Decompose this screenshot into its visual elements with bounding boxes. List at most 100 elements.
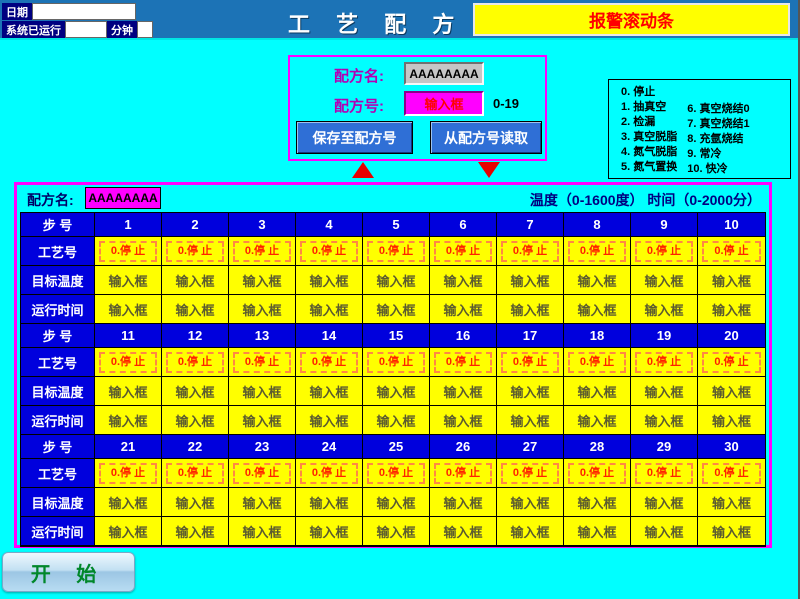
start-button[interactable]: 开 始: [2, 552, 135, 592]
time-input-cell[interactable]: 输入框: [296, 295, 363, 324]
time-input-cell[interactable]: 输入框: [162, 406, 229, 435]
process-select-cell[interactable]: 0.停 止: [430, 237, 497, 266]
process-select-cell[interactable]: 0.停 止: [497, 459, 564, 488]
process-select-cell[interactable]: 0.停 止: [430, 459, 497, 488]
time-input-cell[interactable]: 输入框: [698, 295, 765, 324]
process-select-cell[interactable]: 0.停 止: [363, 459, 430, 488]
process-select-cell[interactable]: 0.停 止: [296, 459, 363, 488]
process-select-cell[interactable]: 0.停 止: [229, 348, 296, 377]
process-select-cell[interactable]: 0.停 止: [162, 237, 229, 266]
date-field[interactable]: [32, 3, 136, 20]
time-input-cell[interactable]: 输入框: [497, 517, 564, 546]
process-select-cell[interactable]: 0.停 止: [698, 237, 765, 266]
row-label-step: 步 号: [21, 435, 95, 459]
time-input-cell[interactable]: 输入框: [631, 517, 698, 546]
time-input-cell[interactable]: 输入框: [363, 517, 430, 546]
temperature-input-cell[interactable]: 输入框: [363, 266, 430, 295]
temperature-input-cell[interactable]: 输入框: [631, 377, 698, 406]
temperature-input-cell[interactable]: 输入框: [698, 488, 765, 517]
temperature-input-cell[interactable]: 输入框: [564, 488, 631, 517]
time-input-cell[interactable]: 输入框: [95, 517, 162, 546]
time-input-cell[interactable]: 输入框: [162, 295, 229, 324]
time-input-cell[interactable]: 输入框: [698, 517, 765, 546]
temperature-input-cell[interactable]: 输入框: [229, 488, 296, 517]
temperature-input-cell[interactable]: 输入框: [95, 266, 162, 295]
temperature-input-cell[interactable]: 输入框: [631, 488, 698, 517]
time-input-cell[interactable]: 输入框: [564, 406, 631, 435]
recipe-number-input[interactable]: 输入框: [404, 91, 484, 116]
temperature-input-cell[interactable]: 输入框: [95, 377, 162, 406]
time-input-cell[interactable]: 输入框: [430, 406, 497, 435]
process-select-cell[interactable]: 0.停 止: [162, 459, 229, 488]
temperature-input-cell[interactable]: 输入框: [296, 266, 363, 295]
step-number-cell: 26: [430, 435, 497, 459]
process-select-cell[interactable]: 0.停 止: [564, 348, 631, 377]
time-input-cell[interactable]: 输入框: [162, 517, 229, 546]
time-input-cell[interactable]: 输入框: [430, 517, 497, 546]
process-select-cell[interactable]: 0.停 止: [95, 459, 162, 488]
process-select-cell[interactable]: 0.停 止: [363, 348, 430, 377]
process-select-cell[interactable]: 0.停 止: [698, 459, 765, 488]
temperature-input-cell[interactable]: 输入框: [363, 488, 430, 517]
temperature-input-cell[interactable]: 输入框: [698, 266, 765, 295]
load-from-recipe-button[interactable]: 从配方号读取: [430, 121, 542, 154]
time-input-cell[interactable]: 输入框: [363, 406, 430, 435]
time-input-cell[interactable]: 输入框: [229, 295, 296, 324]
time-input-cell[interactable]: 输入框: [564, 517, 631, 546]
time-input-cell[interactable]: 输入框: [631, 295, 698, 324]
process-select-cell[interactable]: 0.停 止: [296, 237, 363, 266]
table-recipe-name-display[interactable]: AAAAAAAA: [85, 187, 161, 209]
process-select-cell[interactable]: 0.停 止: [296, 348, 363, 377]
temperature-input-cell[interactable]: 输入框: [229, 266, 296, 295]
temperature-input-cell[interactable]: 输入框: [430, 377, 497, 406]
process-select-cell[interactable]: 0.停 止: [631, 348, 698, 377]
temperature-input-cell[interactable]: 输入框: [564, 377, 631, 406]
row-label-temperature: 目标温度: [21, 377, 95, 406]
process-select-cell[interactable]: 0.停 止: [698, 348, 765, 377]
temperature-input-cell[interactable]: 输入框: [95, 488, 162, 517]
time-input-cell[interactable]: 输入框: [363, 295, 430, 324]
process-select-cell[interactable]: 0.停 止: [564, 459, 631, 488]
save-to-recipe-button[interactable]: 保存至配方号: [296, 121, 413, 154]
temperature-input-cell[interactable]: 输入框: [497, 488, 564, 517]
temperature-input-cell[interactable]: 输入框: [363, 377, 430, 406]
time-input-cell[interactable]: 输入框: [564, 295, 631, 324]
time-input-cell[interactable]: 输入框: [229, 406, 296, 435]
process-select-cell[interactable]: 0.停 止: [229, 459, 296, 488]
process-select-cell[interactable]: 0.停 止: [363, 237, 430, 266]
time-input-cell[interactable]: 输入框: [296, 517, 363, 546]
temperature-input-cell[interactable]: 输入框: [296, 488, 363, 517]
process-select-cell[interactable]: 0.停 止: [631, 459, 698, 488]
temperature-input-cell[interactable]: 输入框: [162, 377, 229, 406]
process-select-cell[interactable]: 0.停 止: [162, 348, 229, 377]
temperature-input-cell[interactable]: 输入框: [497, 377, 564, 406]
time-input-cell[interactable]: 输入框: [95, 406, 162, 435]
temperature-input-cell[interactable]: 输入框: [162, 266, 229, 295]
time-input-cell[interactable]: 输入框: [497, 406, 564, 435]
recipe-name-display[interactable]: AAAAAAAA: [404, 62, 484, 85]
time-input-cell[interactable]: 输入框: [95, 295, 162, 324]
time-input-cell[interactable]: 输入框: [296, 406, 363, 435]
process-select-cell[interactable]: 0.停 止: [564, 237, 631, 266]
process-select-cell[interactable]: 0.停 止: [229, 237, 296, 266]
process-select-cell[interactable]: 0.停 止: [95, 237, 162, 266]
process-select-cell[interactable]: 0.停 止: [95, 348, 162, 377]
time-input-cell[interactable]: 输入框: [430, 295, 497, 324]
time-input-cell[interactable]: 输入框: [698, 406, 765, 435]
time-input-cell[interactable]: 输入框: [631, 406, 698, 435]
process-select-cell[interactable]: 0.停 止: [631, 237, 698, 266]
temperature-input-cell[interactable]: 输入框: [229, 377, 296, 406]
time-input-cell[interactable]: 输入框: [497, 295, 564, 324]
temperature-input-cell[interactable]: 输入框: [296, 377, 363, 406]
time-input-cell[interactable]: 输入框: [229, 517, 296, 546]
temperature-input-cell[interactable]: 输入框: [497, 266, 564, 295]
temperature-input-cell[interactable]: 输入框: [430, 266, 497, 295]
process-select-cell[interactable]: 0.停 止: [430, 348, 497, 377]
temperature-input-cell[interactable]: 输入框: [564, 266, 631, 295]
process-select-cell[interactable]: 0.停 止: [497, 348, 564, 377]
temperature-input-cell[interactable]: 输入框: [430, 488, 497, 517]
temperature-input-cell[interactable]: 输入框: [698, 377, 765, 406]
temperature-input-cell[interactable]: 输入框: [631, 266, 698, 295]
temperature-input-cell[interactable]: 输入框: [162, 488, 229, 517]
process-select-cell[interactable]: 0.停 止: [497, 237, 564, 266]
